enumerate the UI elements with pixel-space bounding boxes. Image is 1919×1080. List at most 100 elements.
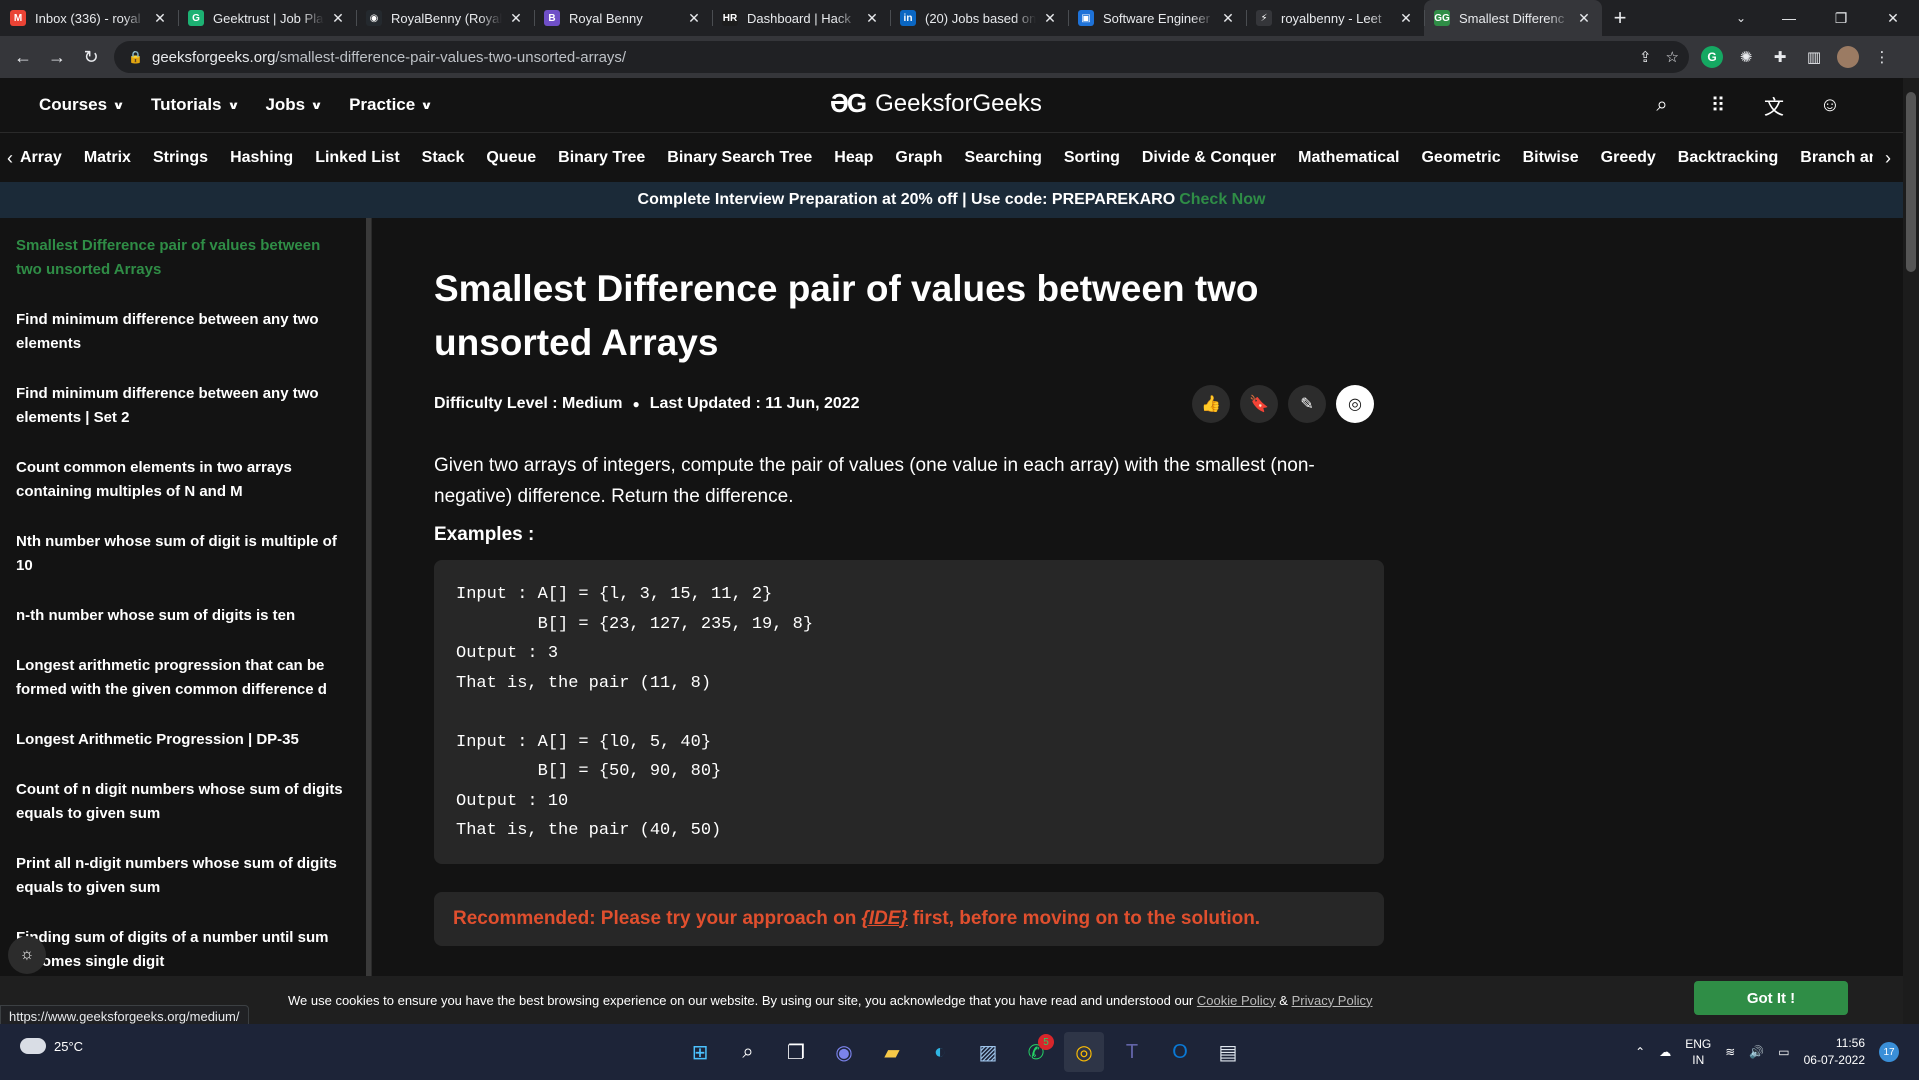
close-window-icon[interactable]: ✕: [1867, 0, 1919, 36]
back-icon[interactable]: ←: [6, 40, 40, 74]
browser-tab[interactable]: GG Smallest Differenc ✕: [1424, 0, 1602, 36]
topic-link[interactable]: Greedy: [1601, 149, 1656, 167]
topic-link[interactable]: Binary Search Tree: [667, 149, 812, 167]
apps-grid-icon[interactable]: ⠿: [1705, 92, 1731, 118]
topic-link[interactable]: Backtracking: [1678, 149, 1779, 167]
user-account-icon[interactable]: ☺: [1817, 92, 1843, 118]
tab-close-icon[interactable]: ✕: [1576, 10, 1592, 27]
tab-close-icon[interactable]: ✕: [1220, 10, 1236, 27]
restore-icon[interactable]: ❐: [1815, 0, 1867, 36]
tab-close-icon[interactable]: ✕: [152, 10, 168, 27]
browser-tab[interactable]: ◉ RoyalBenny (Royal ✕: [356, 0, 534, 36]
topic-link[interactable]: Matrix: [84, 149, 131, 167]
sidebar-link[interactable]: Count of n digit numbers whose sum of di…: [0, 778, 371, 826]
teams-chat-icon[interactable]: ◉: [824, 1032, 864, 1072]
browser-tab[interactable]: G Geektrust | Job Pla ✕: [178, 0, 356, 36]
edit-pencil-icon[interactable]: ✎: [1288, 385, 1326, 423]
battery-icon[interactable]: ▭: [1778, 1045, 1789, 1059]
topic-link[interactable]: Strings: [153, 149, 208, 167]
page-scrollbar[interactable]: [1903, 78, 1919, 1024]
topic-link[interactable]: Bitwise: [1523, 149, 1579, 167]
clock[interactable]: 11:56 06-07-2022: [1804, 1035, 1865, 1069]
page-scrollbar-thumb[interactable]: [1906, 92, 1916, 272]
sidebar-link[interactable]: Count common elements in two arrays cont…: [0, 456, 371, 504]
sidebar-link[interactable]: Nth number whose sum of digit is multipl…: [0, 530, 371, 578]
topic-link[interactable]: Queue: [486, 149, 536, 167]
topic-link[interactable]: Hashing: [230, 149, 293, 167]
language-indicator[interactable]: ENG IN: [1685, 1036, 1711, 1068]
whatsapp-icon[interactable]: ✆ 5: [1016, 1032, 1056, 1072]
topic-link[interactable]: Heap: [834, 149, 873, 167]
forward-icon[interactable]: →: [40, 40, 74, 74]
menu-item-courses[interactable]: Courses ∨: [39, 95, 125, 115]
privacy-policy-link[interactable]: Privacy Policy: [1292, 993, 1373, 1008]
task-view-icon[interactable]: ❐: [776, 1032, 816, 1072]
weather-widget[interactable]: 25°C: [20, 1038, 83, 1054]
new-tab-button[interactable]: +: [1602, 0, 1638, 36]
like-icon[interactable]: 👍: [1192, 385, 1230, 423]
extensions-puzzle-icon[interactable]: ✚: [1769, 46, 1791, 68]
topic-link[interactable]: Geometric: [1421, 149, 1500, 167]
tab-close-icon[interactable]: ✕: [508, 10, 524, 27]
sidebar-link[interactable]: Find minimum difference between any two …: [0, 308, 371, 356]
topic-link[interactable]: Searching: [965, 149, 1042, 167]
browser-tab[interactable]: in (20) Jobs based on ✕: [890, 0, 1068, 36]
windows-start-icon[interactable]: ⊞: [680, 1032, 720, 1072]
translate-icon[interactable]: 文: [1761, 92, 1787, 119]
chrome-icon[interactable]: ◎: [1064, 1032, 1104, 1072]
profile-avatar[interactable]: [1837, 46, 1859, 68]
tab-search-icon[interactable]: ⌄: [1723, 0, 1759, 36]
gfg-logo[interactable]: ƏG GeeksforGeeks: [830, 88, 1042, 119]
address-bar[interactable]: 🔒 geeksforgeeks.org /smallest-difference…: [114, 41, 1689, 73]
wifi-icon[interactable]: ≋: [1725, 1045, 1735, 1059]
sidebar-scrollbar[interactable]: [366, 218, 371, 976]
bookmark-star-icon[interactable]: ☆: [1666, 48, 1679, 66]
tab-close-icon[interactable]: ✕: [1398, 10, 1414, 27]
notification-count[interactable]: 17: [1879, 1042, 1899, 1062]
file-explorer-icon[interactable]: ▰: [872, 1032, 912, 1072]
difficulty-level[interactable]: Difficulty Level : Medium: [434, 395, 622, 413]
teams-icon[interactable]: T: [1112, 1032, 1152, 1072]
cookie-accept-button[interactable]: Got It !: [1694, 981, 1848, 1015]
topic-link[interactable]: Stack: [422, 149, 465, 167]
cookie-policy-link[interactable]: Cookie Policy: [1197, 993, 1276, 1008]
browser-tab[interactable]: ⚡ royalbenny - Leet ✕: [1246, 0, 1424, 36]
topic-link[interactable]: Mathematical: [1298, 149, 1399, 167]
promo-check-now-link[interactable]: Check Now: [1179, 191, 1265, 209]
topics-scroll-right-icon[interactable]: ›: [1873, 147, 1903, 169]
tab-close-icon[interactable]: ✕: [686, 10, 702, 27]
search-icon[interactable]: ⌕: [1649, 92, 1675, 118]
topics-scroll-left-icon[interactable]: ‹: [0, 148, 20, 169]
sidebar-link[interactable]: Print all n-digit numbers whose sum of d…: [0, 852, 371, 900]
bookmark-icon[interactable]: 🔖: [1240, 385, 1278, 423]
topic-link[interactable]: Array: [20, 149, 62, 167]
onedrive-icon[interactable]: ☁: [1659, 1045, 1671, 1059]
volume-icon[interactable]: 🔊: [1749, 1045, 1764, 1059]
photos-icon[interactable]: ▨: [968, 1032, 1008, 1072]
search-taskbar-icon[interactable]: ⌕: [728, 1032, 768, 1072]
grammarly-extension-icon[interactable]: G: [1701, 46, 1723, 68]
browser-tab[interactable]: HR Dashboard | Hack ✕: [712, 0, 890, 36]
topic-link[interactable]: Divide & Conquer: [1142, 149, 1276, 167]
ide-link[interactable]: {IDE}: [861, 908, 907, 930]
menu-item-tutorials[interactable]: Tutorials ∨: [151, 95, 239, 115]
topic-link[interactable]: Sorting: [1064, 149, 1120, 167]
browser-tab[interactable]: M Inbox (336) - royal ✕: [0, 0, 178, 36]
topic-link[interactable]: Linked List: [315, 149, 399, 167]
topic-link[interactable]: Graph: [895, 149, 942, 167]
sidebar-link[interactable]: Longest arithmetic progression that can …: [0, 654, 371, 702]
notepad-icon[interactable]: ▤: [1208, 1032, 1248, 1072]
sidebar-link[interactable]: Smallest Difference pair of values betwe…: [0, 234, 371, 282]
sidebar-link[interactable]: Finding sum of digits of a number until …: [0, 926, 371, 974]
tab-close-icon[interactable]: ✕: [864, 10, 880, 27]
share-icon[interactable]: ⇪: [1639, 48, 1652, 66]
sidebar-link[interactable]: n-th number whose sum of digits is ten: [0, 604, 371, 628]
browser-tab[interactable]: B Royal Benny ✕: [534, 0, 712, 36]
edge-browser-icon[interactable]: ◐: [920, 1032, 960, 1072]
side-panel-icon[interactable]: ▥: [1803, 46, 1825, 68]
menu-item-jobs[interactable]: Jobs ∨: [265, 95, 322, 115]
tray-overflow-icon[interactable]: ⌃: [1635, 1045, 1645, 1059]
tab-close-icon[interactable]: ✕: [1042, 10, 1058, 27]
chrome-menu-icon[interactable]: ⋮: [1871, 46, 1893, 68]
topic-link[interactable]: Binary Tree: [558, 149, 645, 167]
